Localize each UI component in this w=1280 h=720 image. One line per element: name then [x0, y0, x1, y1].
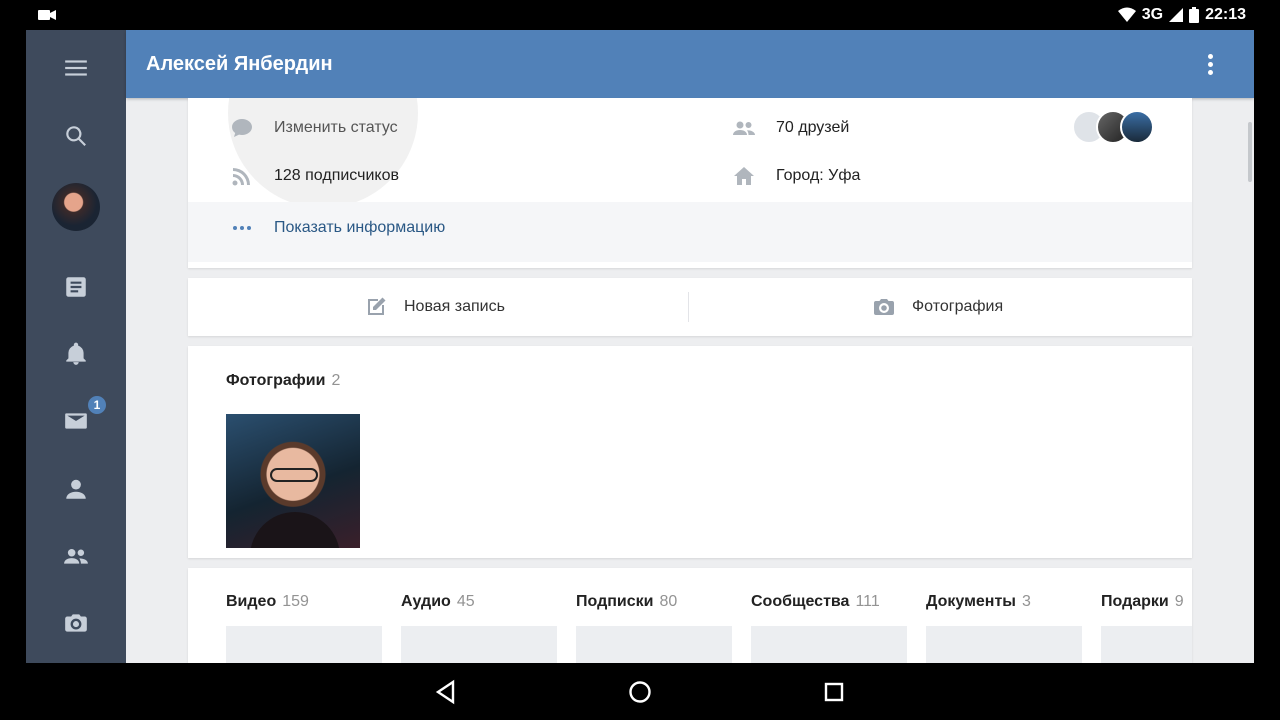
followers-row[interactable]: 128 подписчиков	[230, 164, 399, 188]
add-photo-label: Фотография	[912, 298, 1004, 315]
city-row: Город: Уфа	[732, 164, 860, 188]
news-button[interactable]	[52, 263, 100, 311]
recents-square-icon	[824, 682, 844, 702]
communities-preview[interactable]	[751, 626, 907, 663]
wifi-icon	[1117, 7, 1136, 22]
profile-avatar-ghost	[228, 98, 418, 208]
menu-button[interactable]	[52, 44, 100, 92]
menu-icon	[65, 60, 87, 76]
friends-avatars[interactable]	[1072, 110, 1154, 144]
friends-icon	[64, 548, 88, 564]
person-icon	[66, 479, 86, 499]
friends-row[interactable]: 70 друзей	[732, 116, 849, 140]
rss-icon	[232, 168, 250, 186]
new-post-button[interactable]: Новая запись	[364, 278, 505, 336]
speech-bubble-icon	[232, 119, 252, 137]
counter-label: Аудио	[401, 593, 451, 610]
counter-count: 3	[1021, 593, 1031, 610]
camera-icon	[65, 614, 87, 632]
photos-card: Фотографии 2	[188, 346, 1192, 558]
show-info-link[interactable]: Показать информацию	[230, 216, 445, 240]
divider	[688, 292, 689, 322]
post-actions-card: Новая запись Фотография	[188, 278, 1192, 336]
counter-video[interactable]: Видео 159	[226, 593, 309, 611]
friends-icon	[733, 121, 755, 135]
counter-label: Сообщества	[751, 593, 850, 610]
gifts-preview[interactable]	[1101, 626, 1192, 663]
back-triangle-icon	[435, 679, 455, 705]
mail-icon	[65, 413, 87, 429]
photo-glasses	[270, 468, 318, 482]
video-preview[interactable]	[226, 626, 382, 663]
sidebar: 1	[26, 30, 126, 663]
more-vertical-icon	[1207, 53, 1213, 59]
network-type: 3G	[1141, 6, 1164, 23]
page-title: Алексей Янбердин	[146, 53, 333, 75]
navigation-bar	[0, 663, 1280, 720]
counter-label: Подписки	[576, 593, 654, 610]
friends-button[interactable]	[52, 532, 100, 580]
counter-count: 80	[659, 593, 678, 610]
home-button[interactable]	[625, 677, 655, 707]
city-label: Город: Уфа	[776, 167, 861, 184]
app-screen: 1 Алексей Янбердин Изменить статус 70 др…	[26, 30, 1254, 663]
counter-subscriptions[interactable]: Подписки 80	[576, 593, 677, 611]
top-bar: Алексей Янбердин	[126, 30, 1254, 98]
home-circle-icon	[629, 681, 651, 703]
counter-label: Документы	[926, 593, 1016, 610]
friends-count: 70 друзей	[776, 119, 850, 136]
notifications-button[interactable]	[52, 330, 100, 378]
back-button[interactable]	[431, 677, 461, 707]
change-status-row[interactable]: Изменить статус	[230, 116, 398, 140]
counter-count: 9	[1174, 593, 1184, 610]
photo-thumbnail[interactable]	[226, 414, 360, 548]
subscriptions-preview[interactable]	[576, 626, 732, 663]
photos-count: 2	[331, 372, 341, 389]
counter-gifts[interactable]: Подарки 9	[1101, 593, 1184, 611]
signal-icon	[1169, 8, 1184, 22]
scrollbar[interactable]	[1248, 122, 1252, 182]
news-icon	[66, 277, 86, 297]
photo-figure	[250, 512, 340, 548]
status-bar: 3G 22:13	[0, 0, 1280, 30]
home-icon	[734, 167, 754, 185]
add-photo-button[interactable]: Фотография	[872, 278, 1003, 336]
search-icon	[66, 126, 86, 146]
counter-count: 45	[456, 593, 475, 610]
camera-icon	[874, 299, 894, 315]
more-horizontal-icon	[233, 226, 251, 230]
counter-label: Видео	[226, 593, 277, 610]
unread-badge: 1	[86, 394, 108, 416]
new-post-label: Новая запись	[404, 298, 505, 315]
edit-icon	[368, 297, 386, 315]
avatar[interactable]	[52, 183, 100, 231]
counters-card: Видео 159 Аудио 45 Подписки 80 Сообщества 11…	[188, 568, 1192, 663]
photos-title: Фотографии	[226, 372, 326, 389]
photos-button[interactable]	[52, 599, 100, 647]
friend-avatar	[1120, 110, 1154, 144]
clock: 22:13	[1205, 6, 1246, 23]
show-info-label: Показать информацию	[274, 219, 446, 236]
audio-preview[interactable]	[401, 626, 557, 663]
photos-header[interactable]: Фотографии 2	[226, 372, 340, 390]
counter-label: Подарки	[1101, 593, 1169, 610]
followers-count: 128 подписчиков	[274, 167, 399, 184]
profile-button[interactable]	[52, 465, 100, 513]
recents-button[interactable]	[819, 677, 849, 707]
change-status-label: Изменить статус	[274, 119, 398, 136]
video-camera-icon	[38, 10, 56, 20]
counter-count: 159	[282, 593, 309, 610]
counter-communities[interactable]: Сообщества 111	[751, 593, 880, 611]
profile-info-card: Изменить статус 70 друзей 128 подписчико…	[188, 98, 1192, 268]
more-options-button[interactable]	[1196, 50, 1224, 78]
counter-documents[interactable]: Документы 3	[926, 593, 1031, 611]
counter-count: 111	[855, 593, 880, 610]
search-button[interactable]	[52, 112, 100, 160]
documents-preview[interactable]	[926, 626, 1082, 663]
battery-icon	[1189, 7, 1200, 23]
counter-audio[interactable]: Аудио 45	[401, 593, 475, 611]
bell-icon	[66, 342, 86, 365]
